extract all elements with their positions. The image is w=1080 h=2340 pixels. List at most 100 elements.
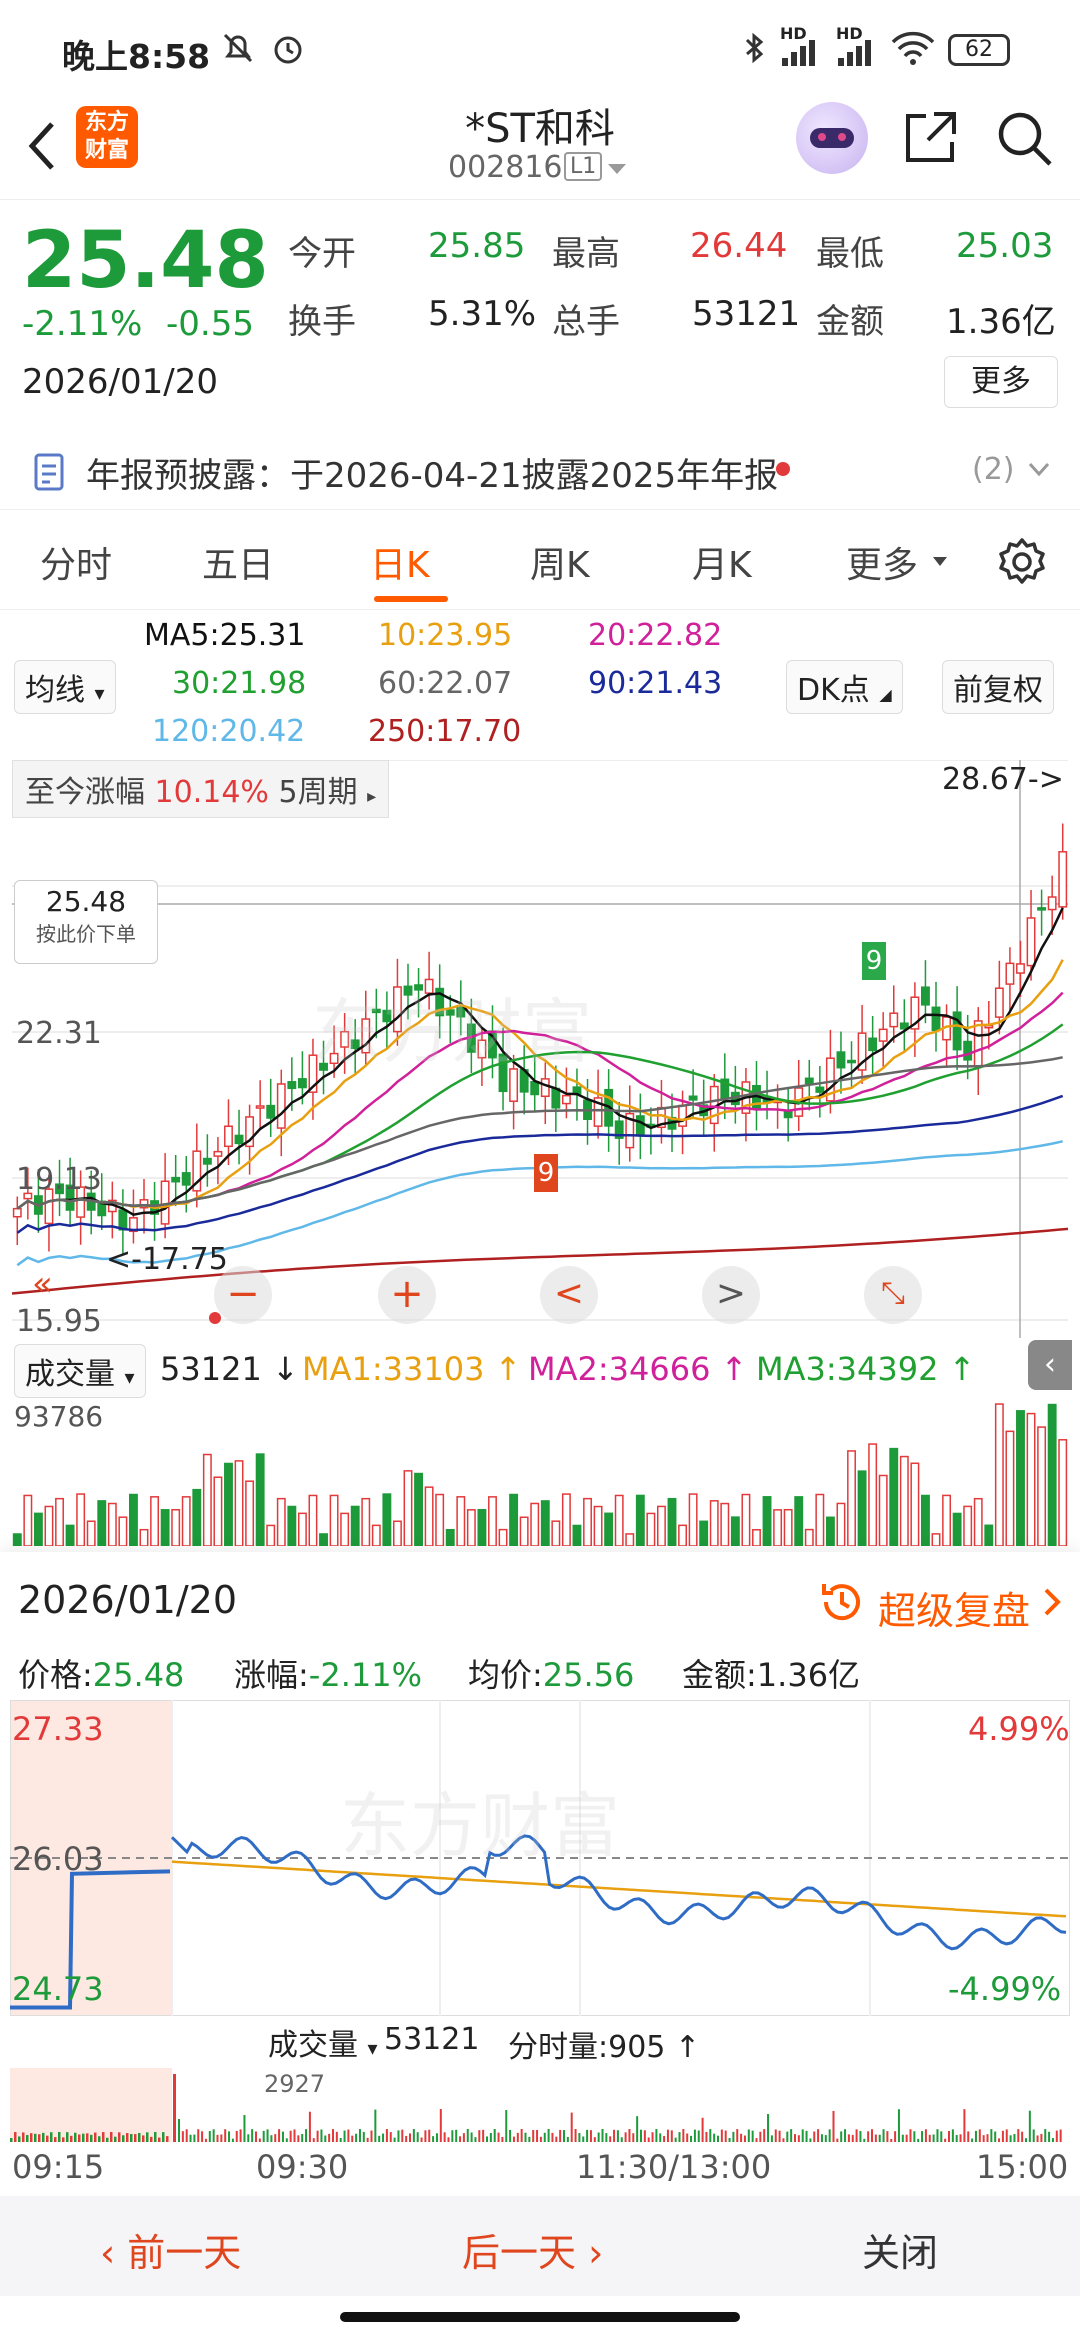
intraday-volume-bar — [351, 2135, 354, 2142]
intraday-volume-bar — [320, 2129, 323, 2142]
tab-weekly-k[interactable]: 周K — [530, 536, 590, 588]
intraday-volume-bar — [901, 2134, 904, 2142]
volume-bar — [414, 1472, 424, 1547]
volume-bar — [762, 1496, 772, 1547]
auction-volume-bar — [30, 2133, 33, 2142]
candle-body — [815, 1086, 825, 1093]
tab-intraday[interactable]: 分时 — [40, 536, 112, 588]
intraday-volume-bar — [994, 2131, 997, 2142]
intraday-volume-bar — [235, 2130, 238, 2142]
fullscreen-button[interactable]: ⤡ — [864, 1266, 922, 1324]
stat-value-low: 25.03 — [956, 226, 1054, 266]
field-change: 涨幅:-2.11% — [234, 1650, 422, 1696]
pan-left-button[interactable]: < — [540, 1266, 598, 1324]
candle-body — [540, 1078, 550, 1098]
tab-more[interactable]: 更多 — [846, 536, 918, 588]
intraday-volume-selector[interactable]: 成交量 ▾ — [258, 2016, 388, 2068]
candle-body — [1047, 896, 1057, 911]
gear-icon[interactable] — [996, 536, 1048, 588]
candle-body — [868, 1037, 878, 1052]
volume-selector[interactable]: 成交量 ▾ — [14, 1344, 146, 1398]
close-button[interactable]: 关闭 — [862, 2222, 938, 2277]
status-bar: 晚上8:58 HD HD 62 — [0, 0, 1080, 96]
intraday-volume-bar — [1017, 2129, 1020, 2142]
scroll-start-button[interactable]: « — [32, 1264, 53, 1304]
intraday-volume-bar — [905, 2134, 908, 2142]
intraday-volume-bar — [740, 2133, 743, 2142]
candle-body — [414, 984, 424, 991]
auction-volume-bar — [34, 2133, 37, 2142]
td-sequence-up-end: 9 — [862, 942, 886, 980]
previous-day-button[interactable]: ‹ 前一天 — [100, 2222, 241, 2277]
more-button[interactable]: 更多 — [944, 356, 1058, 408]
chevron-right-icon[interactable] — [1042, 1586, 1062, 1618]
intraday-volume-bar — [882, 2129, 885, 2142]
wifi-icon — [891, 31, 935, 65]
intraday-volume-bar — [258, 2138, 261, 2142]
volume-chart[interactable]: 93786 — [12, 1396, 1068, 1547]
panel-date: 2026/01/20 — [18, 1578, 238, 1622]
dk-point-button[interactable]: DK点 ◢ — [786, 660, 903, 714]
auction-volume-bar — [118, 2132, 121, 2142]
next-day-button[interactable]: 后一天 › — [462, 2222, 603, 2277]
stat-value-volume: 53121 — [692, 294, 801, 334]
zoom-out-button[interactable]: − — [214, 1266, 272, 1324]
tab-daily-k[interactable]: 日K — [370, 536, 430, 588]
volume-bar — [825, 1516, 835, 1547]
ma-selector[interactable]: 均线 ▾ — [14, 660, 116, 714]
collapse-panel-button[interactable]: ‹ — [1028, 1340, 1072, 1390]
unread-dot — [776, 462, 790, 476]
tab-monthly-k[interactable]: 月K — [692, 536, 752, 588]
adjust-mode-button[interactable]: 前复权 — [942, 660, 1054, 714]
intraday-volume-bar — [982, 2135, 985, 2142]
volume-ma1: MA1:33103 ↑ — [302, 1350, 522, 1388]
volume-bar — [1005, 1430, 1015, 1547]
tab-five-day[interactable]: 五日 — [202, 536, 274, 588]
document-icon — [34, 453, 64, 491]
share-icon[interactable] — [900, 108, 960, 168]
volume-bar — [931, 1533, 941, 1547]
stat-label-high: 最高 — [552, 234, 620, 274]
volume-bar — [456, 1496, 466, 1547]
pan-right-button[interactable]: > — [702, 1266, 760, 1324]
candle-body — [688, 1095, 698, 1101]
candle-body — [878, 1028, 888, 1042]
candle-body — [678, 1104, 688, 1127]
intraday-volume-bar — [763, 2129, 766, 2142]
home-indicator — [340, 2312, 740, 2322]
stat-value-open: 25.85 — [428, 226, 526, 266]
auction-volume-bar — [114, 2136, 117, 2142]
zoom-in-button[interactable]: + — [378, 1266, 436, 1324]
intraday-volume-bar — [655, 2129, 658, 2142]
intraday-volume-bar — [686, 2133, 689, 2142]
auction-volume-bar — [98, 2136, 101, 2142]
price-order-tag[interactable]: 25.48 按此价下单 — [14, 880, 158, 964]
auction-volume-bar — [106, 2137, 109, 2142]
volume-bar — [625, 1533, 635, 1547]
chevron-down-icon[interactable] — [606, 162, 628, 178]
intraday-volume-bar — [1048, 2131, 1051, 2142]
volume-bar — [583, 1497, 592, 1547]
kline-chart[interactable]: 东方财富 至今涨幅 10.14% 5周期 ▸ 28.67-> <-17.75 2… — [11, 759, 1069, 1339]
intraday-chart[interactable]: 东方财富 27.33 26.03 24.73 4.99% -4.99% — [9, 1699, 1071, 2017]
volume-bar — [1058, 1439, 1068, 1547]
chevron-down-icon[interactable] — [1028, 462, 1050, 478]
intraday-volume-bar — [370, 2130, 373, 2142]
assistant-robot-icon[interactable] — [796, 102, 868, 174]
intraday-y-mid: 26.03 — [12, 1840, 104, 1878]
search-icon[interactable] — [994, 108, 1054, 168]
intraday-volume-bar — [420, 2137, 423, 2142]
volume-bar — [519, 1516, 529, 1547]
history-icon[interactable] — [818, 1578, 866, 1626]
intraday-volume-bar — [447, 2137, 450, 2142]
intraday-volume-bar — [963, 2109, 966, 2142]
notice-bar[interactable]: 年报预披露：于2026-04-21披露2025年年报 (2) — [0, 430, 1080, 510]
intraday-volume-bar — [886, 2131, 889, 2142]
intraday-volume-bar — [536, 2129, 539, 2142]
intraday-volume-bar — [343, 2130, 346, 2142]
range-change-box[interactable]: 至今涨幅 10.14% 5周期 ▸ — [12, 760, 390, 818]
auction-volume-bar — [66, 2132, 69, 2142]
super-replay-button[interactable]: 超级复盘 — [878, 1580, 1030, 1635]
level-badge[interactable]: L1 — [564, 152, 603, 181]
intraday-volume-value: 53121 — [384, 2022, 480, 2057]
